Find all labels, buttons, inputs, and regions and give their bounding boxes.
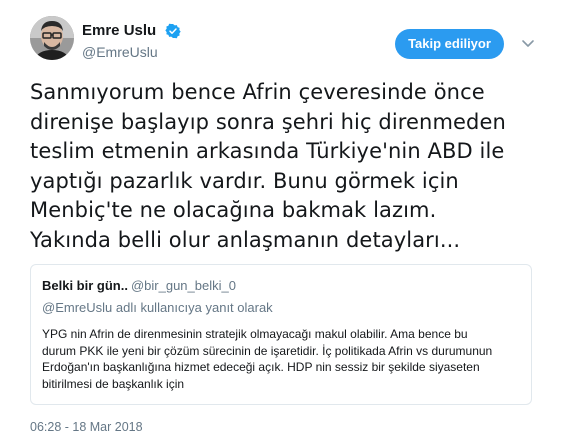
verified-badge-icon — [164, 23, 181, 39]
author-handle[interactable]: @EmreUslu — [82, 44, 181, 60]
quoted-text-line: bitirilmesi de başkanlık için — [42, 376, 185, 391]
tweet-text-line: Menbiç'te ne olacağına bakmak lazım. — [30, 198, 437, 222]
quoted-tweet-text: YPG nin Afrin de direnmesinin stratejik … — [42, 326, 527, 392]
tweet-text-line: direnişe başlayıp sonra şehri hiç direnm… — [30, 109, 506, 134]
tweet-timestamp[interactable]: 06:28 - 18 Mar 2018 — [30, 420, 143, 434]
quoted-author-name: Belki bir gün.. — [42, 278, 128, 293]
author-display-name[interactable]: Emre Uslu — [82, 22, 156, 39]
quoted-text-line: YPG nin Afrin de direnmesinin stratejik … — [42, 327, 468, 341]
tweet-text-line: Yakında belli olur anlaşmanın detayları.… — [30, 227, 461, 252]
profile-photo-icon — [30, 16, 74, 60]
chevron-down-icon[interactable] — [521, 38, 535, 50]
author-avatar[interactable] — [30, 16, 74, 60]
author-info: Emre Uslu @EmreUslu — [82, 22, 181, 60]
tweet-text-line: Sanmıyorum bence Afrin çeveresinde önce — [30, 80, 485, 104]
tweet-card: Emre Uslu @EmreUslu Takip ediliyor Sanmı… — [0, 0, 562, 448]
quoted-tweet-header: Belki bir gün.. @bir_gun_belki_0 — [42, 278, 236, 293]
quoted-tweet-card[interactable]: Belki bir gün.. @bir_gun_belki_0 @EmreUsl… — [30, 264, 532, 405]
quoted-text-line: Erdoğan'ın başkanlığına hizmet edeceği a… — [42, 360, 480, 374]
quoted-reply-context: @EmreUslu adlı kullanıcıya yanıt olarak — [42, 300, 273, 315]
quoted-text-line: durum PKK ile yeni bir çözüm sürecinin d… — [42, 343, 493, 358]
tweet-text: Sanmıyorum bence Afrin çeveresinde önce … — [30, 78, 538, 255]
tweet-text-line: teslim etmenin arkasında Türkiye'nin ABD… — [30, 139, 505, 163]
tweet-text-line: yaptığı pazarlık vardır. Bunu görmek içi… — [30, 168, 459, 193]
quoted-author-handle: @bir_gun_belki_0 — [130, 278, 236, 293]
following-button[interactable]: Takip ediliyor — [395, 29, 504, 59]
